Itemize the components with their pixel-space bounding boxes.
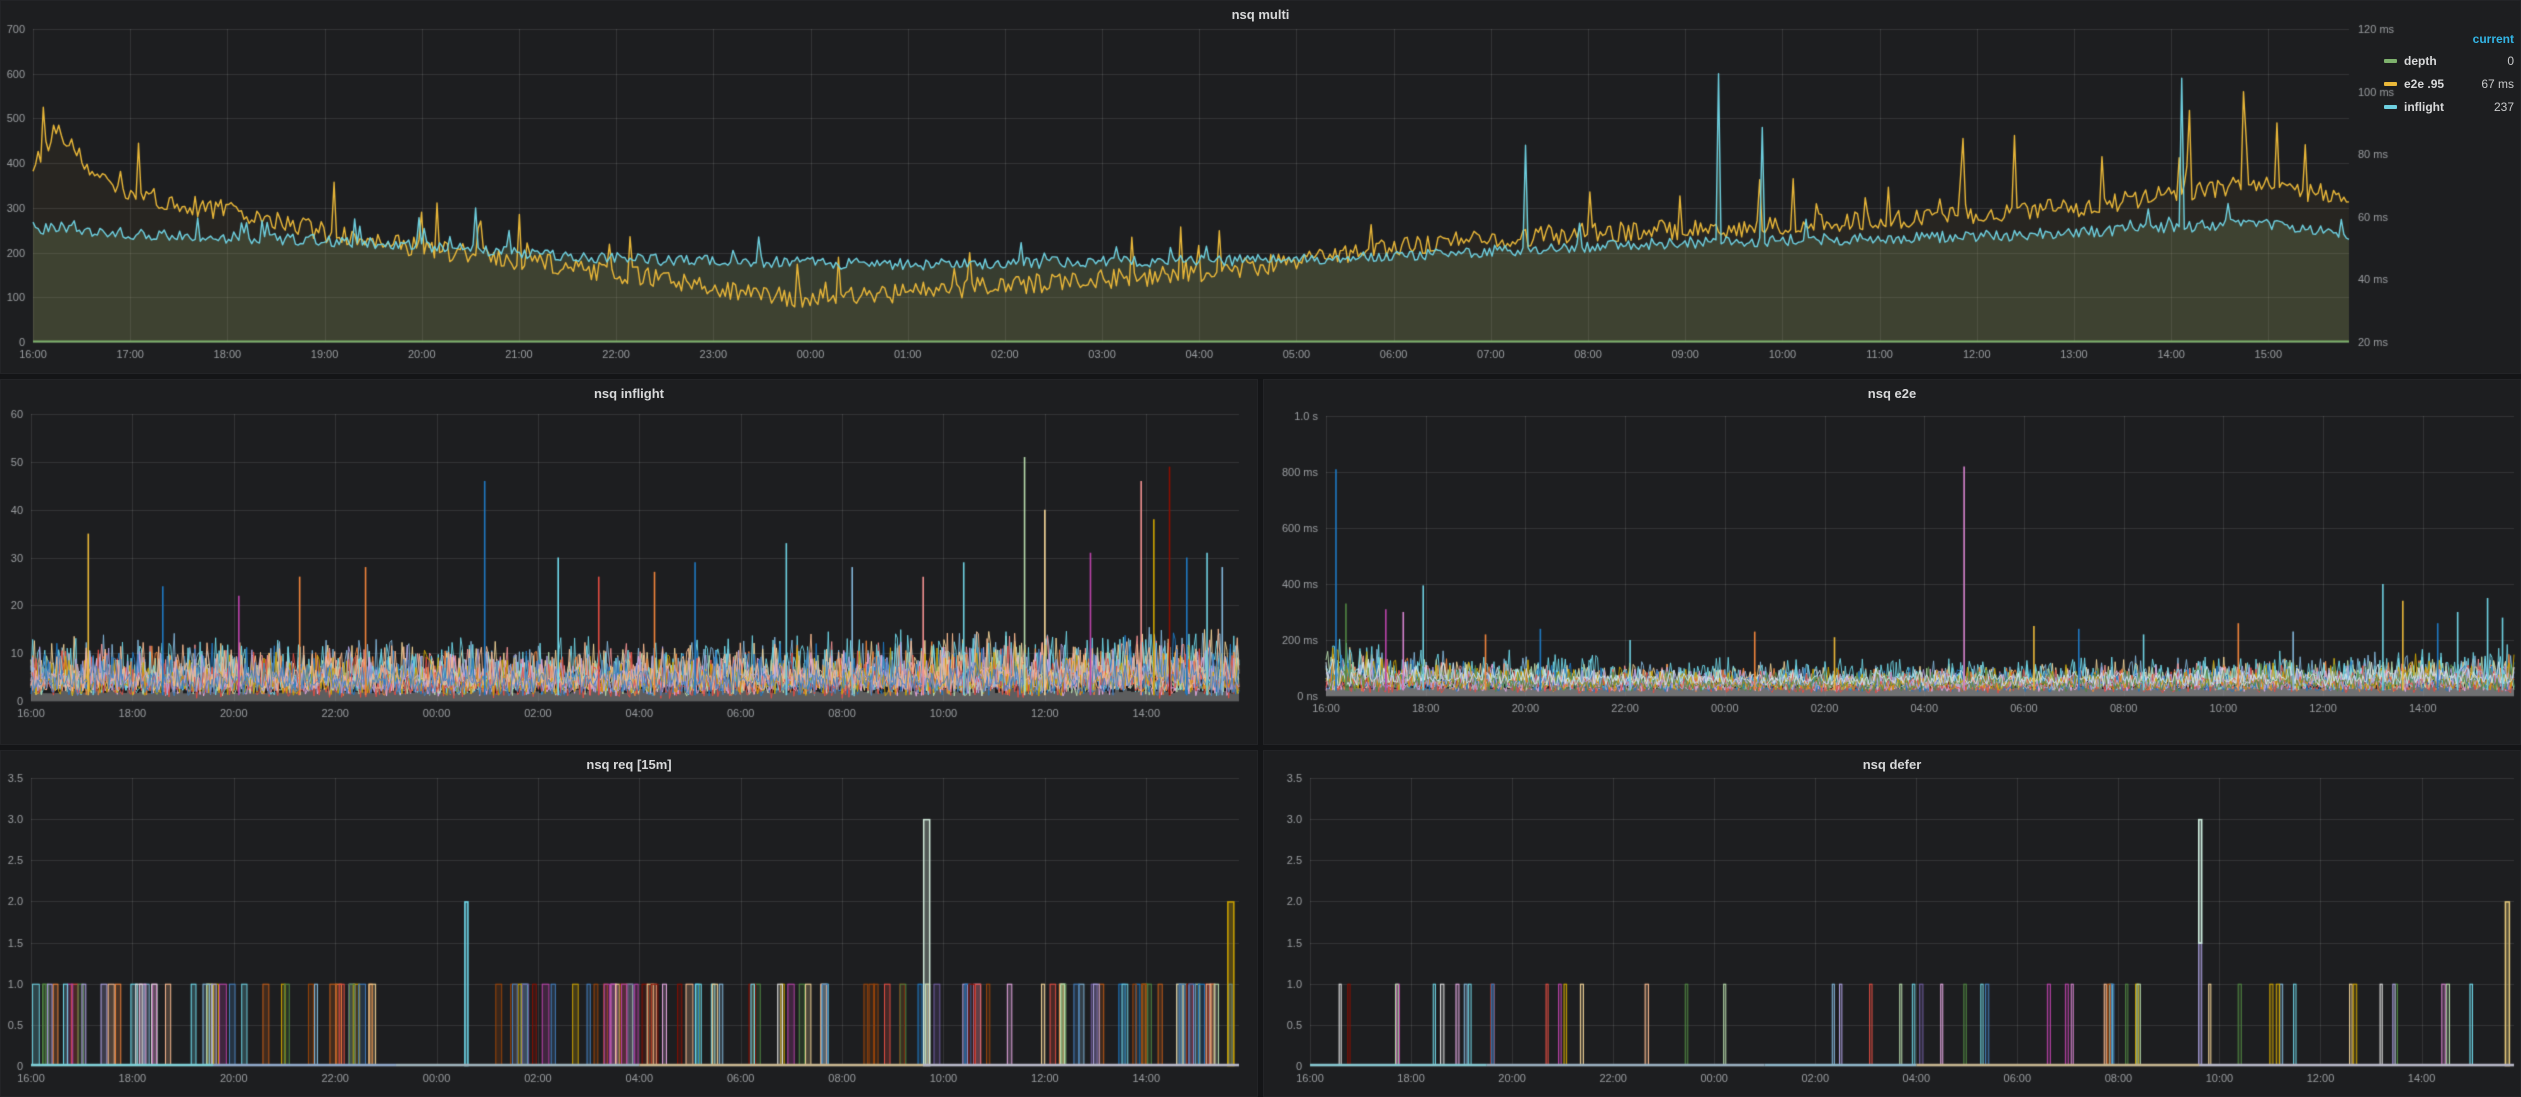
legend-label: depth — [2404, 54, 2507, 68]
panel-nsq-multi: nsq multi current depth 0 e2e .95 67 ms … — [0, 0, 2521, 374]
panel-title-nsq-e2e[interactable]: nsq e2e — [1264, 386, 2520, 401]
nsq-inflight-plot[interactable] — [1, 380, 1259, 746]
panel-title-nsq-defer[interactable]: nsq defer — [1264, 757, 2520, 772]
nsq-multi-plot[interactable] — [1, 1, 2521, 375]
legend-current-header[interactable]: current — [2384, 29, 2514, 49]
legend-item-e2e-95[interactable]: e2e .95 67 ms — [2384, 72, 2514, 95]
legend: current depth 0 e2e .95 67 ms inflight 2… — [2384, 29, 2514, 118]
legend-label: inflight — [2404, 100, 2494, 114]
panel-nsq-e2e: nsq e2e — [1263, 379, 2521, 745]
nsq-req-plot[interactable] — [1, 751, 1259, 1097]
legend-value: 237 — [2494, 100, 2514, 114]
legend-label: e2e .95 — [2404, 77, 2481, 91]
panel-title-nsq-inflight[interactable]: nsq inflight — [1, 386, 1257, 401]
legend-value: 0 — [2507, 54, 2514, 68]
grafana-dashboard: nsq multi current depth 0 e2e .95 67 ms … — [0, 0, 2521, 1097]
legend-item-inflight[interactable]: inflight 237 — [2384, 95, 2514, 118]
nsq-defer-plot[interactable] — [1264, 751, 2521, 1097]
panel-nsq-defer: nsq defer — [1263, 750, 2521, 1097]
nsq-e2e-plot[interactable] — [1264, 380, 2521, 746]
legend-item-depth[interactable]: depth 0 — [2384, 49, 2514, 72]
e2e-series-swatch — [2384, 82, 2397, 86]
panel-title-nsq-req[interactable]: nsq req [15m] — [1, 757, 1257, 772]
inflight-series-swatch — [2384, 105, 2397, 109]
legend-value: 67 ms — [2481, 77, 2514, 91]
depth-series-swatch — [2384, 59, 2397, 63]
panel-nsq-inflight: nsq inflight — [0, 379, 1258, 745]
panel-nsq-req: nsq req [15m] — [0, 750, 1258, 1097]
panel-title-nsq-multi[interactable]: nsq multi — [1, 7, 2520, 22]
